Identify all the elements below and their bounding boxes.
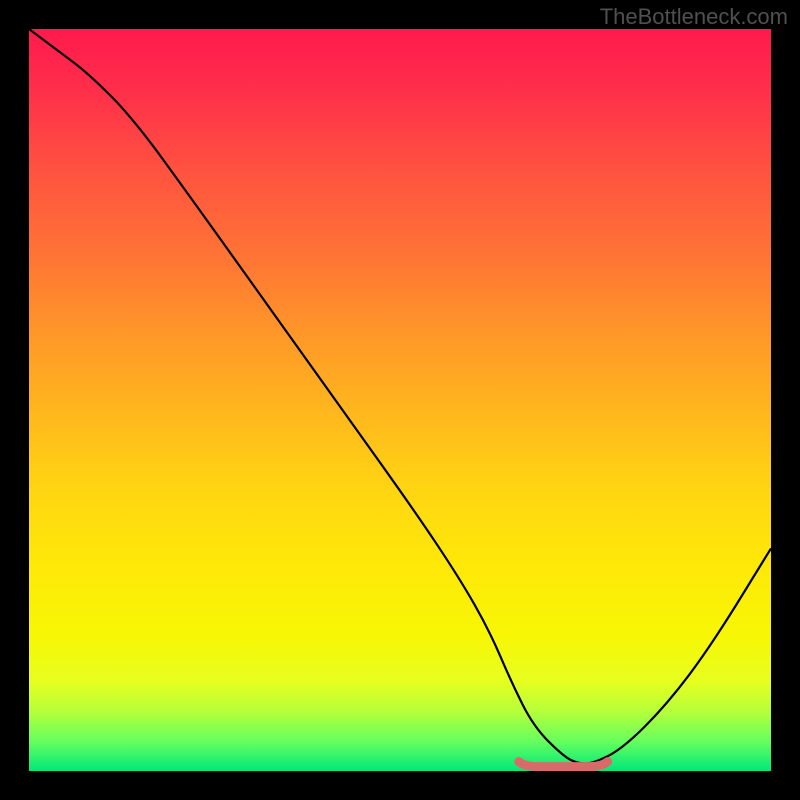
trough-marker: [519, 762, 608, 767]
chart-area: [29, 29, 771, 771]
curve-svg: [29, 29, 771, 771]
watermark-text: TheBottleneck.com: [600, 4, 788, 30]
bottleneck-curve: [29, 29, 771, 764]
